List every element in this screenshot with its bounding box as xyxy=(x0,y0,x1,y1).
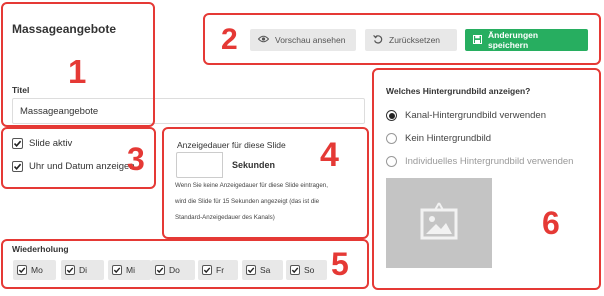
slide-editor-panel: Massageangebote Titel Vorschau ansehen Z… xyxy=(0,0,604,296)
annotation-number-6: 6 xyxy=(542,205,560,241)
annotation-number-2: 2 xyxy=(221,23,238,56)
annotation-frame-5 xyxy=(1,239,369,289)
annotation-frame-2 xyxy=(203,13,601,65)
annotation-number-3: 3 xyxy=(127,141,145,177)
annotation-number-1: 1 xyxy=(68,53,87,90)
annotation-number-5: 5 xyxy=(331,246,349,282)
annotation-number-4: 4 xyxy=(320,136,339,174)
annotation-frame-6 xyxy=(372,68,601,290)
